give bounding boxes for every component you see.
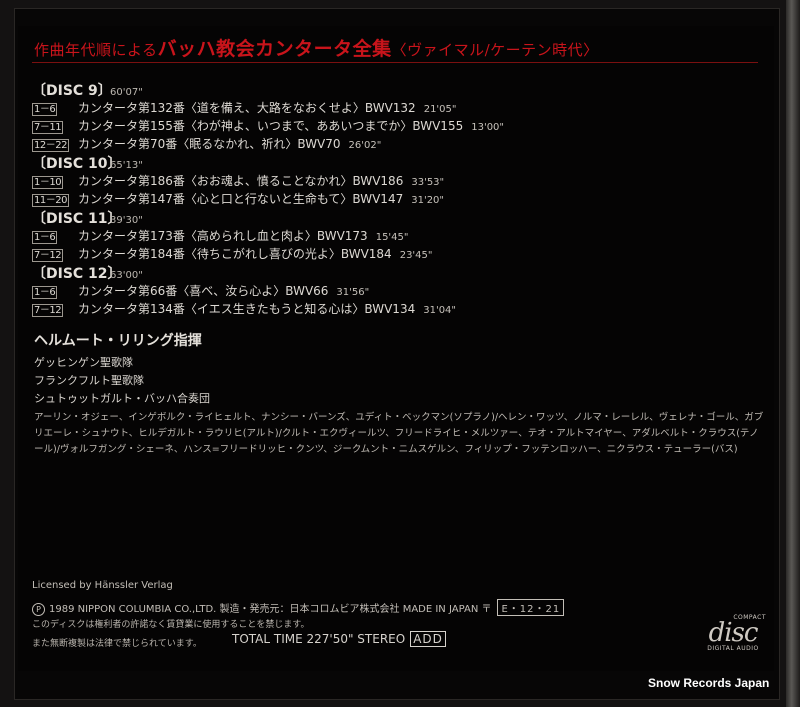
disc-name: 〔DISC 10〕 — [32, 156, 122, 172]
track-row: 1－10 カンタータ第186番〈おお魂よ、憤ることなかれ〉BWV186 33'53" — [32, 172, 504, 190]
disc-heading: 〔DISC 10〕 65'13" — [32, 153, 504, 172]
disc-time: 65'13" — [110, 160, 143, 171]
track-title: カンタータ第186番〈おお魂よ、憤ることなかれ〉BWV186 — [78, 174, 404, 188]
track-row: 12－22 カンタータ第70番〈眠るなかれ、祈れ〉BWV70 26'02" — [32, 135, 504, 153]
license-text: Licensed by Hänssler Verlag — [32, 580, 173, 591]
case-spine — [786, 0, 800, 707]
track-listing: 〔DISC 9〕 60'07" 1－6 カンタータ第132番〈道を備え、大路をなおく… — [32, 80, 504, 318]
track-time: 26'02" — [348, 140, 382, 151]
track-title: カンタータ第155番〈わが神よ、いつまで、ああいつまでか〉BWV155 — [78, 119, 464, 133]
disc-heading: 〔DISC 12〕 63'00" — [32, 263, 504, 282]
track-title: カンタータ第134番〈イエス生きたもうと知る心は〉BWV134 — [78, 302, 416, 316]
track-row: 11－20 カンタータ第147番〈心と口と行ないと生命もて〉BWV147 31'20… — [32, 190, 504, 208]
title-divider — [32, 62, 758, 63]
track-row: 1－6 カンタータ第132番〈道を備え、大路をなおくせよ〉BWV132 21'05" — [32, 99, 504, 117]
disc-time: 39'30" — [110, 215, 143, 226]
soloist-credits: アーリン・オジェー、インゲボルク・ライヒェルト、ナンシー・バーンズ、ユディト・ベ… — [34, 412, 764, 455]
track-row: 7－12 カンタータ第134番〈イエス生きたもうと知る心は〉BWV134 31'04… — [32, 300, 504, 318]
disc-heading: 〔DISC 9〕 60'07" — [32, 80, 504, 99]
track-number: 11－20 — [32, 194, 69, 207]
track-number: 1－6 — [32, 103, 58, 116]
disc-name: 〔DISC 12〕 — [32, 266, 122, 282]
track-time: 33'53" — [411, 177, 445, 188]
track-time: 31'56" — [336, 287, 370, 298]
copy-notice: また無断複製は法律で禁じられています。 — [32, 639, 202, 649]
track-title: カンタータ第66番〈喜べ、汝ら心よ〉BWV66 — [78, 284, 329, 298]
ensemble-item: フランクフルト聖歌隊 — [34, 374, 144, 387]
track-number: 7－12 — [32, 304, 64, 317]
total-time-text: TOTAL TIME 227'50" STEREO — [232, 632, 406, 646]
copyright-line: P 1989 NIPPON COLUMBIA CO.,LTD. 製造・発売元：日本… — [32, 599, 565, 616]
add-code-badge: ADD — [410, 631, 446, 647]
compact-disc-logo-icon: COMPACT disc DIGITAL AUDIO — [700, 614, 766, 660]
cd-case-back: 作曲年代順によるバッハ教会カンタータ全集〈ヴァイマル/ケーテン時代〉 〔DISC… — [0, 0, 800, 707]
album-title: 作曲年代順によるバッハ教会カンタータ全集〈ヴァイマル/ケーテン時代〉 — [34, 34, 599, 61]
rental-notice: このディスクは権利者の許諾なく賃貸業に使用することを禁じます。 — [32, 620, 310, 630]
disc-time: 60'07" — [110, 87, 143, 98]
track-title: カンタータ第173番〈高められし血と肉よ〉BWV173 — [78, 229, 368, 243]
catalog-number: E・12・21 — [497, 599, 565, 616]
track-number: 7－11 — [32, 121, 64, 134]
total-time: TOTAL TIME 227'50" STEREO ADD — [232, 631, 446, 647]
phonogram-icon: P — [32, 603, 45, 616]
track-time: 23'45" — [399, 250, 433, 261]
track-time: 13'00" — [471, 122, 505, 133]
disc-name: 〔DISC 11〕 — [32, 211, 122, 227]
title-main: バッハ教会カンタータ全集 — [157, 38, 392, 60]
track-row: 1－6 カンタータ第66番〈喜べ、汝ら心よ〉BWV66 31'56" — [32, 282, 504, 300]
disc-name: 〔DISC 9〕 — [32, 83, 112, 99]
ensemble-item: シュトゥットガルト・バッハ合奏団 — [34, 392, 210, 405]
track-row: 7－12 カンタータ第184番〈待ちこがれし喜びの光よ〉BWV184 23'45" — [32, 245, 504, 263]
track-number: 12－22 — [32, 139, 69, 152]
conductor-credit: ヘルムート・リリング指揮 — [34, 333, 202, 349]
title-suffix: 〈ヴァイマル/ケーテン時代〉 — [391, 41, 599, 59]
ensemble-item: ゲッヒンゲン聖歌隊 — [34, 356, 133, 369]
track-time: 15'45" — [375, 232, 409, 243]
cd-logo-word: disc — [708, 618, 759, 648]
track-number: 1－10 — [32, 176, 64, 189]
track-time: 31'20" — [411, 195, 445, 206]
disc-heading: 〔DISC 11〕 39'30" — [32, 208, 504, 227]
track-title: カンタータ第132番〈道を備え、大路をなおくせよ〉BWV132 — [78, 101, 416, 115]
track-title: カンタータ第184番〈待ちこがれし喜びの光よ〉BWV184 — [78, 247, 392, 261]
track-row: 7－11 カンタータ第155番〈わが神よ、いつまで、ああいつまでか〉BWV155 1… — [32, 117, 504, 135]
track-time: 31'04" — [423, 305, 457, 316]
track-number: 1－6 — [32, 231, 58, 244]
track-number: 1－6 — [32, 286, 58, 299]
track-time: 21'05" — [423, 104, 457, 115]
watermark: Snow Records Japan — [648, 676, 770, 690]
ensemble-credits: ゲッヒンゲン聖歌隊 フランクフルト聖歌隊 シュトゥットガルト・バッハ合奏団 — [34, 354, 210, 408]
cd-logo-bottom: DIGITAL AUDIO — [707, 645, 759, 652]
track-row: 1－6 カンタータ第173番〈高められし血と肉よ〉BWV173 15'45" — [32, 227, 504, 245]
track-title: カンタータ第147番〈心と口と行ないと生命もて〉BWV147 — [78, 192, 404, 206]
track-title: カンタータ第70番〈眠るなかれ、祈れ〉BWV70 — [78, 137, 341, 151]
copyright-text: 1989 NIPPON COLUMBIA CO.,LTD. 製造・発売元：日本コ… — [49, 604, 492, 615]
disc-time: 63'00" — [110, 270, 143, 281]
track-number: 7－12 — [32, 249, 64, 262]
title-prefix: 作曲年代順による — [34, 41, 158, 59]
